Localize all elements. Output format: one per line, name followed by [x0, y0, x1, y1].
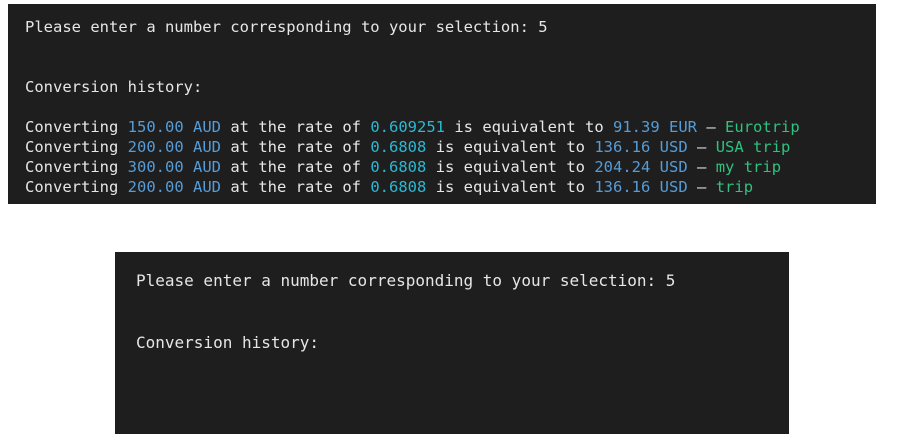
result-amount: 136.16 USD [594, 178, 688, 196]
trip-note: trip [715, 178, 754, 196]
rate-phrase: at the rate of [230, 118, 361, 136]
history-header: Conversion history: [25, 78, 203, 96]
trip-note: Eurotrip [725, 118, 800, 136]
exchange-rate: 0.6808 [370, 178, 427, 196]
dash-separator: – [697, 158, 707, 176]
converting-word: Converting [25, 118, 119, 136]
result-amount: 91.39 EUR [613, 118, 697, 136]
converting-word: Converting [25, 178, 119, 196]
rate-phrase: at the rate of [230, 138, 361, 156]
dash-separator: – [697, 138, 707, 156]
terminal-output-with-history: Please enter a number corresponding to y… [8, 4, 876, 204]
source-amount: 200.00 AUD [127, 138, 221, 156]
history-header: Conversion history: [136, 333, 320, 352]
dash-separator: – [697, 178, 707, 196]
history-row: Converting 200.00 AUD at the rate of 0.6… [25, 137, 876, 157]
equivalent-phrase: is equivalent to [435, 158, 585, 176]
prompt-line: Please enter a number corresponding to y… [136, 271, 676, 290]
exchange-rate: 0.609251 [370, 118, 445, 136]
prompt-line: Please enter a number corresponding to y… [25, 18, 548, 36]
converting-word: Converting [25, 158, 119, 176]
terminal-output-empty-history: Please enter a number corresponding to y… [115, 252, 789, 434]
converting-word: Converting [25, 138, 119, 156]
result-amount: 136.16 USD [594, 138, 688, 156]
result-amount: 204.24 USD [594, 158, 688, 176]
exchange-rate: 0.6808 [370, 158, 427, 176]
exchange-rate: 0.6808 [370, 138, 427, 156]
source-amount: 200.00 AUD [127, 178, 221, 196]
source-amount: 300.00 AUD [127, 158, 221, 176]
dash-separator: – [706, 118, 716, 136]
equivalent-phrase: is equivalent to [454, 118, 604, 136]
history-row: Converting 300.00 AUD at the rate of 0.6… [25, 157, 876, 177]
equivalent-phrase: is equivalent to [435, 138, 585, 156]
trip-note: my trip [715, 158, 782, 176]
trip-note: USA trip [715, 138, 791, 156]
equivalent-phrase: is equivalent to [435, 178, 585, 196]
source-amount: 150.00 AUD [127, 118, 221, 136]
rate-phrase: at the rate of [230, 158, 361, 176]
rate-phrase: at the rate of [230, 178, 361, 196]
history-row: Converting 200.00 AUD at the rate of 0.6… [25, 177, 876, 197]
history-row: Converting 150.00 AUD at the rate of 0.6… [25, 117, 876, 137]
